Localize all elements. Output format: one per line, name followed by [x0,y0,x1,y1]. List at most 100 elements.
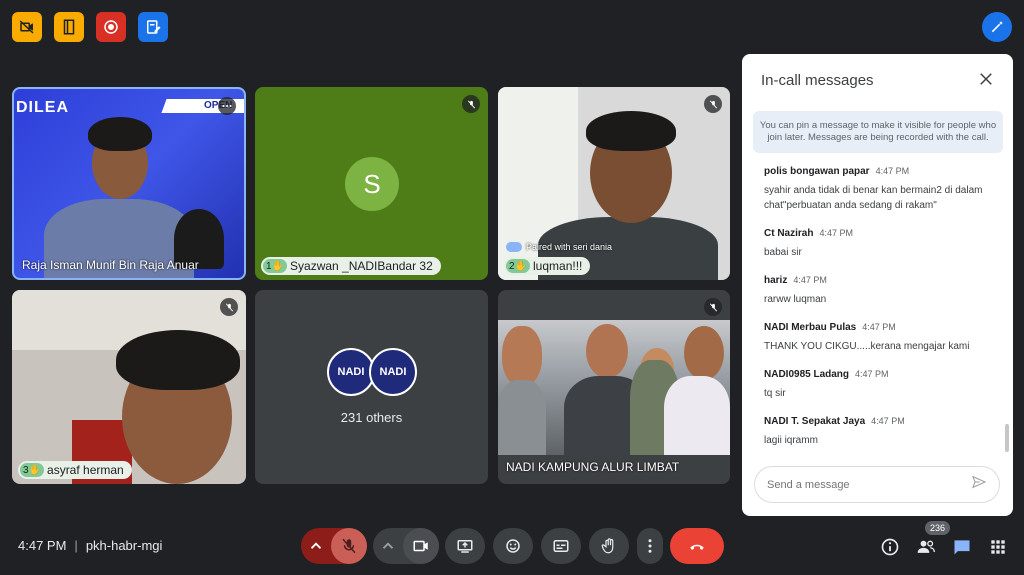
chat-message: NADI Merbau Pulas 4:47 PM THANK YOU CIKGU… [764,322,1000,354]
hand-raise-pill: 2 ✋ luqman!!! [504,257,591,275]
separator: | [74,538,78,553]
message-time: 4:47 PM [793,275,827,285]
mic-off-icon [704,298,722,316]
more-vert-icon [648,539,652,553]
meeting-code: pkh-habr-mgi [85,538,163,553]
hand-raise-number: 3 ✋ [20,463,45,477]
person-head [502,326,542,386]
leave-call-button[interactable] [670,528,724,564]
participant-tile[interactable]: S 1 ✋ Syazwan _NADIBandar 32 [255,87,488,280]
nadi-logo: NADI [327,348,375,396]
mic-off-icon [704,95,722,113]
mic-control-group [301,528,367,564]
meet-window: DILEA OPEN Raja Isman Munif Bin Raja Anu… [0,0,1024,575]
more-options-button[interactable] [637,528,663,564]
meeting-info: 4:47 PM | pkh-habr-mgi [18,538,162,553]
message-text: lagii iqramm [764,435,818,446]
message-input[interactable] [767,478,971,491]
message-text: THANK YOU CIKGU.....kerana mengajar kami [764,341,970,352]
message-sender: hariz [764,275,788,286]
message-sender: Ct Nazirah [764,228,814,239]
panel-title: In-call messages [761,72,874,89]
chat-message: hariz 4:47 PM rarww luqman [764,275,1000,307]
participants-count-badge: 236 [925,521,951,535]
hand-icon [601,538,614,554]
people-icon[interactable] [915,536,937,558]
person-hair [586,111,676,151]
others-tile[interactable]: NADI NADI 231 others [255,290,488,484]
hand-raise-pill: 3 ✋ asyraf herman [18,461,132,479]
magic-pen-icon[interactable] [982,12,1012,42]
chevron-up-icon[interactable] [301,537,331,555]
captions-button[interactable] [541,528,581,564]
paired-text: Paired with seri dania [526,242,613,252]
hand-icon: ✋ [514,260,528,272]
hand-raise-number: 1 ✋ [263,259,288,273]
participant-tile[interactable]: Paired with seri dania 2 ✋ luqman!!! [498,87,730,280]
top-toolbar [12,12,168,42]
activities-grid-icon[interactable] [987,536,1009,558]
participant-tile[interactable]: 3 ✋ asyraf herman [12,290,246,484]
chat-message: polis bongawan papar 4:47 PM syahir anda … [764,166,1000,213]
close-icon[interactable] [977,70,995,88]
scrollbar[interactable] [1005,424,1009,452]
message-time: 4:47 PM [871,416,905,426]
person-body [664,376,730,455]
mic-off-icon [342,538,356,554]
paired-device-icon [506,242,522,252]
in-call-messages-panel: In-call messages You can pin a message t… [742,54,1013,516]
participant-name: NADI KAMPUNG ALUR LIMBAT [506,460,680,474]
hand-icon: ✋ [271,260,285,272]
mic-off-icon [462,95,480,113]
present-icon [457,540,473,553]
chat-message: NADI T. Sepakat Jaya 4:47 PM lagii iqramm [764,416,1000,448]
participant-name: Syazwan _NADIBandar 32 [290,259,433,273]
avatar: S [345,157,399,211]
participant-tile[interactable]: NADI KAMPUNG ALUR LIMBAT [498,290,730,484]
nadi-logo: NADI [369,348,417,396]
person-hair [116,330,240,390]
chevron-up-icon[interactable] [373,537,403,555]
message-sender: polis bongawan papar [764,166,870,177]
message-text: tq sir [764,388,786,399]
end-call-icon [690,544,704,550]
person-hair [88,117,152,151]
message-time: 4:47 PM [862,322,896,332]
notes-edit-icon[interactable] [138,12,168,42]
message-time: 4:47 PM [875,166,910,176]
camera-icon [413,540,428,552]
mic-toggle-button[interactable] [331,528,367,564]
person-head [684,326,724,380]
message-sender: NADI T. Sepakat Jaya [764,416,866,427]
camera-control-group [373,528,439,564]
person-body [498,380,546,455]
camera-off-icon[interactable] [12,12,42,42]
message-text: syahir anda tidak di benar kan bermain2 … [764,185,983,211]
chat-message: Ct Nazirah 4:47 PM babai sir [764,228,1000,260]
send-icon[interactable] [971,474,987,495]
others-avatars: NADI NADI [327,348,419,398]
mic-off-icon [220,298,238,316]
camera-toggle-button[interactable] [403,528,439,564]
chat-message: NADI0985 Ladang 4:47 PM tq sir [764,369,1000,401]
hand-raise-number: 2 ✋ [506,259,531,273]
message-text: rarww luqman [764,294,827,305]
raise-hand-button[interactable] [589,528,629,564]
present-screen-button[interactable] [445,528,485,564]
group-photo [498,320,730,455]
participant-name: asyraf herman [47,463,124,477]
message-input-box[interactable] [754,466,1000,503]
record-icon[interactable] [96,12,126,42]
more-options-icon[interactable] [218,97,236,115]
reactions-button[interactable] [493,528,533,564]
others-count: 231 others [340,410,403,425]
participant-name: luqman!!! [533,259,583,273]
meeting-details-icon[interactable] [879,536,901,558]
participant-tile[interactable]: DILEA OPEN Raja Isman Munif Bin Raja Anu… [12,87,246,280]
door-exit-icon[interactable] [54,12,84,42]
chat-icon[interactable] [951,536,973,558]
message-sender: NADI Merbau Pulas [764,322,857,333]
person-head [586,324,628,378]
tile-logo-text: DILEA [16,99,69,116]
hand-icon: ✋ [28,464,42,476]
